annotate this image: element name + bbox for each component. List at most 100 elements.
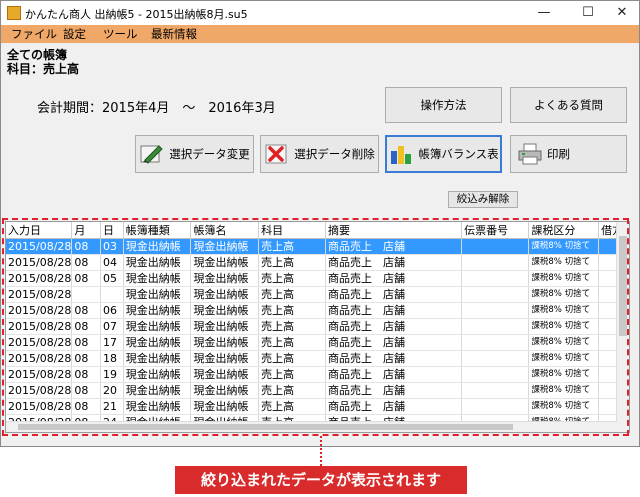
horizontal-scroll-thumb[interactable] <box>18 424 513 430</box>
table-row[interactable]: 2015/08/28 08 18 現金出納帳 現金出納帳 売上高 商品売上 店舗 課税8% 切… <box>6 350 629 367</box>
table-row[interactable]: 2015/08/28 08 07 現金出納帳 現金出納帳 売上高 商品売上 店舗 課税8% 切… <box>6 318 629 335</box>
minimize-button[interactable]: — <box>527 1 561 25</box>
col-header-book-type[interactable]: 帳簿種類 <box>123 222 192 239</box>
cell-description: 商品売上 店舗 <box>325 254 463 271</box>
clear-filter-button[interactable]: 絞込み解除 <box>448 191 518 208</box>
cell-day: 04 <box>100 254 124 271</box>
cell-book-name: 現金出納帳 <box>190 286 260 303</box>
cell-entry-date: 2015/08/28 <box>6 270 73 287</box>
cell-month: 08 <box>71 398 101 415</box>
app-window: かんたん商人 出納帳5 - 2015出納帳8月.su5 — ☐ ✕ ファイル 設… <box>0 0 640 447</box>
cell-day: 21 <box>100 398 124 415</box>
table-row[interactable]: 2015/08/28 08 05 現金出納帳 現金出納帳 売上高 商品売上 店舗 課税8% 切… <box>6 270 629 287</box>
cell-description: 商品売上 店舗 <box>325 286 463 303</box>
cell-account: 売上高 <box>258 302 327 319</box>
menu-file[interactable]: ファイル <box>11 26 57 42</box>
cell-account: 売上高 <box>258 334 327 351</box>
close-button[interactable]: ✕ <box>605 1 639 25</box>
cell-book-type: 現金出納帳 <box>123 398 192 415</box>
cell-month: 08 <box>71 318 101 335</box>
cell-book-type: 現金出納帳 <box>123 318 192 335</box>
horizontal-scrollbar[interactable] <box>6 421 617 432</box>
cell-book-type: 現金出納帳 <box>123 366 192 383</box>
cell-day <box>100 286 124 303</box>
cell-slip-number <box>461 286 530 303</box>
col-header-day[interactable]: 日 <box>100 222 124 239</box>
title-bar: かんたん商人 出納帳5 - 2015出納帳8月.su5 — ☐ ✕ <box>1 1 639 25</box>
app-icon <box>7 6 21 20</box>
cell-book-type: 現金出納帳 <box>123 350 192 367</box>
cell-entry-date: 2015/08/28 <box>6 254 73 271</box>
cell-tax-category: 課税8% 切捨て <box>528 350 600 367</box>
cell-book-type: 現金出納帳 <box>123 334 192 351</box>
howto-button[interactable]: 操作方法 <box>385 87 502 123</box>
cell-day: 18 <box>100 350 124 367</box>
vertical-scrollbar[interactable] <box>616 222 629 432</box>
menu-settings[interactable]: 設定 <box>63 26 86 42</box>
balance-sheet-button[interactable]: 帳簿バランス表 <box>385 135 502 173</box>
cell-book-type: 現金出納帳 <box>123 286 192 303</box>
cell-description: 商品売上 店舗 <box>325 382 463 399</box>
table-row[interactable]: 2015/08/28 08 21 現金出納帳 現金出納帳 売上高 商品売上 店舗 課税8% 切… <box>6 398 629 415</box>
balance-sheet-label: 帳簿バランス表 <box>418 147 499 161</box>
col-header-account[interactable]: 科目 <box>258 222 327 239</box>
change-data-button[interactable]: 選択データ変更 <box>135 135 254 173</box>
delete-data-button[interactable]: 選択データ削除 <box>260 135 379 173</box>
cell-book-name: 現金出納帳 <box>190 382 260 399</box>
table-row[interactable]: 2015/08/28 08 17 現金出納帳 現金出納帳 売上高 商品売上 店舗 課税8% 切… <box>6 334 629 351</box>
cell-entry-date: 2015/08/28 <box>6 302 73 319</box>
bar-chart-icon <box>388 142 414 166</box>
cell-slip-number <box>461 366 530 383</box>
cell-description: 商品売上 店舗 <box>325 398 463 415</box>
col-header-slip-number[interactable]: 伝票番号 <box>461 222 530 239</box>
cell-account: 売上高 <box>258 366 327 383</box>
col-header-description[interactable]: 摘要 <box>325 222 463 239</box>
cell-entry-date: 2015/08/28 <box>6 382 73 399</box>
cell-month: 08 <box>71 238 101 255</box>
cell-account: 売上高 <box>258 398 327 415</box>
cell-book-type: 現金出納帳 <box>123 382 192 399</box>
cell-book-name: 現金出納帳 <box>190 302 260 319</box>
cell-account: 売上高 <box>258 270 327 287</box>
cell-account: 売上高 <box>258 318 327 335</box>
printer-icon <box>517 142 543 166</box>
table-row[interactable]: 2015/08/28 現金出納帳 現金出納帳 売上高 商品売上 店舗 課税8% 切捨て <box>6 286 629 303</box>
maximize-button[interactable]: ☐ <box>571 1 605 25</box>
cell-slip-number <box>461 318 530 335</box>
cell-description: 商品売上 店舗 <box>325 334 463 351</box>
cell-entry-date: 2015/08/28 <box>6 398 73 415</box>
data-grid[interactable]: 入力日 月 日 帳簿種類 帳簿名 科目 摘要 伝票番号 課税区分 借方 2015… <box>5 221 630 433</box>
col-header-tax-category[interactable]: 課税区分 <box>528 222 600 239</box>
print-button[interactable]: 印刷 <box>510 135 627 173</box>
col-header-book-name[interactable]: 帳簿名 <box>190 222 260 239</box>
cell-book-name: 現金出納帳 <box>190 366 260 383</box>
table-row[interactable]: 2015/08/28 08 20 現金出納帳 現金出納帳 売上高 商品売上 店舗 課税8% 切… <box>6 382 629 399</box>
cell-book-name: 現金出納帳 <box>190 270 260 287</box>
table-row[interactable]: 2015/08/28 08 03 現金出納帳 現金出納帳 売上高 商品売上 店舗 課税8% 切… <box>6 238 629 255</box>
cell-description: 商品売上 店舗 <box>325 238 463 255</box>
cell-account: 売上高 <box>258 350 327 367</box>
menu-tools[interactable]: ツール <box>103 26 138 42</box>
vertical-scroll-thumb[interactable] <box>619 236 627 336</box>
col-header-entry-date[interactable]: 入力日 <box>6 222 73 239</box>
faq-button[interactable]: よくある質問 <box>510 87 627 123</box>
col-header-month[interactable]: 月 <box>71 222 101 239</box>
cell-month: 08 <box>71 350 101 367</box>
menu-news[interactable]: 最新情報 <box>151 26 197 42</box>
cell-tax-category: 課税8% 切捨て <box>528 238 600 255</box>
table-row[interactable]: 2015/08/28 08 19 現金出納帳 現金出納帳 売上高 商品売上 店舗 課税8% 切… <box>6 366 629 383</box>
table-row[interactable]: 2015/08/28 08 06 現金出納帳 現金出納帳 売上高 商品売上 店舗 課税8% 切… <box>6 302 629 319</box>
table-row[interactable]: 2015/08/28 08 04 現金出納帳 現金出納帳 売上高 商品売上 店舗 課税8% 切… <box>6 254 629 271</box>
cell-entry-date: 2015/08/28 <box>6 366 73 383</box>
cell-entry-date: 2015/08/28 <box>6 286 73 303</box>
cell-book-name: 現金出納帳 <box>190 238 260 255</box>
cell-book-name: 現金出納帳 <box>190 318 260 335</box>
cell-slip-number <box>461 270 530 287</box>
menu-bar: ファイル 設定 ツール 最新情報 <box>1 25 639 43</box>
cell-entry-date: 2015/08/28 <box>6 334 73 351</box>
cell-account: 売上高 <box>258 254 327 271</box>
delete-data-label: 選択データ削除 <box>294 147 375 161</box>
callout-connector-line <box>320 436 322 466</box>
cell-account: 売上高 <box>258 286 327 303</box>
cell-tax-category: 課税8% 切捨て <box>528 366 600 383</box>
